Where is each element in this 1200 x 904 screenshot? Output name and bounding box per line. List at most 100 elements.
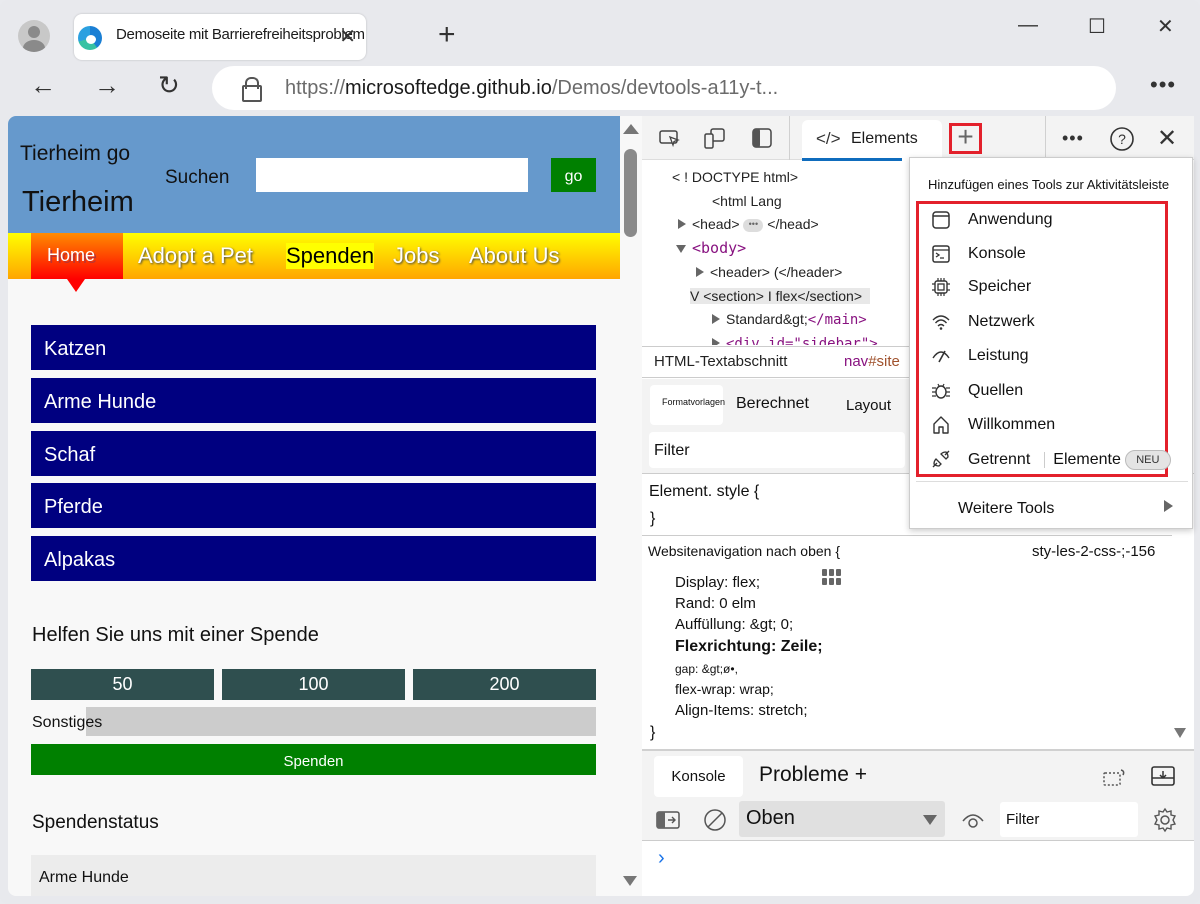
- minimize-button[interactable]: —: [1018, 14, 1038, 37]
- animal-link-schaf[interactable]: Schaf: [31, 431, 596, 476]
- styles-filter-input[interactable]: Filter: [649, 432, 905, 468]
- browser-menu-button[interactable]: •••: [1150, 72, 1176, 98]
- console-toolbar: Oben Filter: [642, 799, 1194, 841]
- drawer-tab-issues[interactable]: Probleme +: [759, 763, 867, 787]
- styles-scroll-down-icon[interactable]: [1174, 728, 1186, 738]
- breadcrumb-item-nav[interactable]: nav#site: [844, 353, 900, 370]
- css-prop-flex-direction[interactable]: Flexrichtung: Zeile;: [675, 638, 823, 656]
- nav-item-home[interactable]: Home: [31, 233, 123, 292]
- expand-icon[interactable]: [712, 314, 720, 324]
- site-logo[interactable]: Tierheim: [22, 186, 134, 219]
- maximize-button[interactable]: ☐: [1088, 14, 1106, 39]
- dom-node-head[interactable]: <head> ••• </head>: [678, 216, 819, 232]
- profile-avatar-icon[interactable]: [18, 20, 50, 52]
- dom-node-html[interactable]: <html Lang: [712, 193, 782, 209]
- live-expression-eye-icon[interactable]: [960, 809, 986, 831]
- dom-node-doctype[interactable]: < ! DOCTYPE html>: [672, 169, 798, 185]
- css-prop-margin[interactable]: Rand: 0 elm: [675, 595, 756, 612]
- console-sidebar-icon[interactable]: [656, 810, 680, 830]
- dom-node-section[interactable]: V <section> I flex</section>: [690, 288, 870, 304]
- amount-button-50[interactable]: 50: [31, 669, 214, 700]
- more-tools-menu-item[interactable]: Weitere Tools: [958, 500, 1054, 518]
- tab-styles[interactable]: Formatvorlagen: [662, 397, 725, 407]
- lock-icon[interactable]: [242, 77, 262, 102]
- close-window-button[interactable]: ✕: [1157, 14, 1174, 39]
- menu-item-performance[interactable]: Leistung: [931, 343, 1161, 373]
- toolbar-divider: [1045, 116, 1046, 160]
- address-bar[interactable]: https://microsoftedge.github.io/Demos/de…: [212, 66, 1116, 110]
- css-prop-align-items[interactable]: Align-Items: stretch;: [675, 702, 808, 719]
- rule-source-link[interactable]: sty-les-2-css-;-156: [1032, 543, 1155, 560]
- dock-drawer-icon[interactable]: [1150, 765, 1176, 787]
- collapsed-ellipsis-icon[interactable]: •••: [743, 218, 764, 232]
- css-prop-flex-wrap[interactable]: flex-wrap: wrap;: [675, 681, 774, 697]
- dock-side-icon[interactable]: [750, 126, 774, 150]
- menu-item-welcome[interactable]: Willkommen: [931, 412, 1161, 442]
- animal-link-arme-hunde[interactable]: Arme Hunde: [31, 378, 596, 423]
- go-button[interactable]: go: [551, 158, 596, 192]
- css-prop-padding[interactable]: Auffüllung: &gt; 0;: [675, 616, 793, 633]
- undock-drawer-icon[interactable]: [1102, 765, 1128, 787]
- css-prop-display[interactable]: Display: flex;: [675, 574, 760, 591]
- element-style-selector[interactable]: Element. style {: [649, 483, 759, 501]
- clear-console-icon[interactable]: [702, 807, 728, 833]
- welcome-home-icon: [933, 416, 949, 434]
- animal-link-katzen[interactable]: Katzen: [31, 325, 596, 370]
- console-filter-input[interactable]: Filter: [1000, 802, 1138, 837]
- scroll-thumb[interactable]: [624, 149, 637, 237]
- close-devtools-icon[interactable]: ✕: [1157, 124, 1177, 153]
- new-tab-button[interactable]: +: [438, 18, 456, 52]
- collapse-icon[interactable]: [676, 245, 686, 254]
- expand-icon[interactable]: [696, 267, 704, 277]
- donate-button[interactable]: Spenden: [31, 744, 596, 775]
- animal-link-alpakas[interactable]: Alpakas: [31, 536, 596, 581]
- page-scrollbar[interactable]: [620, 116, 642, 896]
- drawer-tab-console[interactable]: Konsole: [654, 756, 743, 797]
- menu-item-memory[interactable]: Speicher: [931, 274, 1161, 304]
- refresh-icon[interactable]: ↻: [158, 70, 180, 101]
- console-settings-gear-icon[interactable]: [1152, 807, 1178, 833]
- expand-icon[interactable]: [678, 219, 686, 229]
- dom-node-sidebar[interactable]: <div id="sidebar">: [712, 335, 878, 345]
- tab-computed[interactable]: Berechnet: [736, 395, 809, 413]
- dom-node-body[interactable]: <body>: [676, 239, 746, 257]
- console-prompt-icon[interactable]: ›: [658, 847, 665, 870]
- dom-node-header[interactable]: <header> (</header>: [696, 264, 842, 280]
- amount-button-200[interactable]: 200: [413, 669, 596, 700]
- inspect-element-icon[interactable]: [658, 126, 682, 150]
- menu-item-sources[interactable]: Quellen: [931, 378, 1161, 408]
- flexbox-editor-icon[interactable]: [820, 569, 842, 589]
- tab-close-icon[interactable]: ✕: [339, 24, 356, 49]
- rule-selector[interactable]: Websitenavigation nach oben {: [648, 543, 840, 559]
- animal-link-pferde[interactable]: Pferde: [31, 483, 596, 528]
- scroll-down-arrow-icon[interactable]: [623, 876, 637, 886]
- console-icon: [932, 245, 950, 263]
- scroll-up-arrow-icon[interactable]: [623, 124, 639, 134]
- tab-layout[interactable]: Layout: [846, 397, 891, 414]
- other-amount-input[interactable]: [86, 707, 596, 736]
- nav-item-adopt[interactable]: Adopt a Pet: [138, 243, 253, 269]
- back-arrow-icon[interactable]: ←: [30, 70, 56, 101]
- browser-tab[interactable]: Demoseite mit Barrierefreiheitsproblem ✕: [74, 14, 366, 60]
- breadcrumb-item-html[interactable]: HTML-Textabschnitt: [654, 353, 787, 370]
- tab-elements[interactable]: </> Elements: [802, 120, 942, 161]
- url-text[interactable]: https://microsoftedge.github.io/Demos/de…: [285, 77, 778, 100]
- nav-item-spenden[interactable]: Spenden: [286, 243, 375, 269]
- menu-item-application[interactable]: Anwendung: [931, 207, 1161, 237]
- css-prop-gap[interactable]: gap: &gt;ø•,: [675, 662, 738, 676]
- menu-item-detached-elements[interactable]: Getrennt Elemente NEU: [931, 446, 1171, 476]
- expand-icon[interactable]: [712, 338, 720, 345]
- device-emulation-icon[interactable]: [702, 126, 726, 150]
- help-icon[interactable]: ?: [1109, 126, 1135, 152]
- nav-item-about[interactable]: About Us: [469, 243, 560, 269]
- menu-item-console[interactable]: Konsole: [931, 241, 1161, 271]
- forward-arrow-icon[interactable]: →: [94, 70, 120, 101]
- search-input[interactable]: [256, 158, 528, 192]
- add-tool-button[interactable]: +: [949, 123, 982, 154]
- dom-node-main[interactable]: Standard&gt;</main>: [712, 311, 867, 328]
- nav-item-jobs[interactable]: Jobs: [393, 243, 439, 269]
- context-selector[interactable]: Oben: [739, 801, 945, 837]
- amount-button-100[interactable]: 100: [222, 669, 405, 700]
- menu-item-network[interactable]: Netzwerk: [931, 309, 1161, 339]
- more-options-icon[interactable]: •••: [1062, 128, 1084, 149]
